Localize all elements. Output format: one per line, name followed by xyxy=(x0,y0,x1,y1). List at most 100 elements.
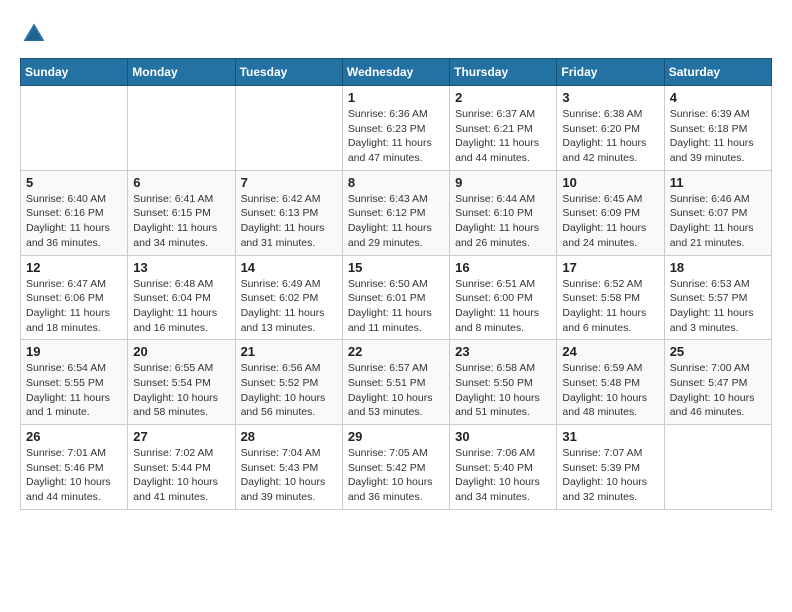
day-number: 24 xyxy=(562,344,658,359)
calendar-cell: 4 Sunrise: 6:39 AMSunset: 6:18 PMDaylight… xyxy=(664,86,771,171)
calendar-week-row: 12 Sunrise: 6:47 AMSunset: 6:06 PMDayligh… xyxy=(21,255,772,340)
day-info: Sunrise: 6:57 AMSunset: 5:51 PMDaylight:… xyxy=(348,361,444,420)
calendar-cell: 23 Sunrise: 6:58 AMSunset: 5:50 PMDayligh… xyxy=(450,340,557,425)
calendar-cell: 13 Sunrise: 6:48 AMSunset: 6:04 PMDayligh… xyxy=(128,255,235,340)
day-info: Sunrise: 6:47 AMSunset: 6:06 PMDaylight:… xyxy=(26,277,122,336)
calendar-cell: 31 Sunrise: 7:07 AMSunset: 5:39 PMDayligh… xyxy=(557,425,664,510)
calendar-cell: 1Sunrise: 6:36 AMSunset: 6:23 PMDaylight… xyxy=(342,86,449,171)
day-info: Sunrise: 6:56 AMSunset: 5:52 PMDaylight:… xyxy=(241,361,337,420)
logo xyxy=(20,20,52,48)
day-info: Sunrise: 7:07 AMSunset: 5:39 PMDaylight:… xyxy=(562,446,658,505)
calendar-cell: 17 Sunrise: 6:52 AMSunset: 5:58 PMDayligh… xyxy=(557,255,664,340)
day-number: 11 xyxy=(670,175,766,190)
weekday-header: Monday xyxy=(128,59,235,86)
day-info: Sunrise: 7:01 AMSunset: 5:46 PMDaylight:… xyxy=(26,446,122,505)
day-number: 14 xyxy=(241,260,337,275)
day-number: 20 xyxy=(133,344,229,359)
day-number: 4 xyxy=(670,90,766,105)
day-info: Sunrise: 6:51 AMSunset: 6:00 PMDaylight:… xyxy=(455,277,551,336)
calendar-week-row: 19 Sunrise: 6:54 AMSunset: 5:55 PMDayligh… xyxy=(21,340,772,425)
day-number: 26 xyxy=(26,429,122,444)
calendar-cell: 24 Sunrise: 6:59 AMSunset: 5:48 PMDayligh… xyxy=(557,340,664,425)
day-number: 5 xyxy=(26,175,122,190)
weekday-header: Saturday xyxy=(664,59,771,86)
calendar-cell: 2 Sunrise: 6:37 AMSunset: 6:21 PMDaylight… xyxy=(450,86,557,171)
calendar-cell: 29 Sunrise: 7:05 AMSunset: 5:42 PMDayligh… xyxy=(342,425,449,510)
day-number: 21 xyxy=(241,344,337,359)
calendar-cell: 21 Sunrise: 6:56 AMSunset: 5:52 PMDayligh… xyxy=(235,340,342,425)
calendar-cell: 30 Sunrise: 7:06 AMSunset: 5:40 PMDayligh… xyxy=(450,425,557,510)
calendar-cell: 7 Sunrise: 6:42 AMSunset: 6:13 PMDaylight… xyxy=(235,170,342,255)
day-number: 7 xyxy=(241,175,337,190)
day-number: 25 xyxy=(670,344,766,359)
calendar-week-row: 5 Sunrise: 6:40 AMSunset: 6:16 PMDaylight… xyxy=(21,170,772,255)
day-number: 30 xyxy=(455,429,551,444)
weekday-header: Tuesday xyxy=(235,59,342,86)
calendar-cell: 11 Sunrise: 6:46 AMSunset: 6:07 PMDayligh… xyxy=(664,170,771,255)
calendar-cell: 15 Sunrise: 6:50 AMSunset: 6:01 PMDayligh… xyxy=(342,255,449,340)
calendar-cell: 12 Sunrise: 6:47 AMSunset: 6:06 PMDayligh… xyxy=(21,255,128,340)
day-info: Sunrise: 6:44 AMSunset: 6:10 PMDaylight:… xyxy=(455,192,551,251)
day-number: 23 xyxy=(455,344,551,359)
day-info: Sunrise: 6:58 AMSunset: 5:50 PMDaylight:… xyxy=(455,361,551,420)
day-info: Sunrise: 6:37 AMSunset: 6:21 PMDaylight:… xyxy=(455,107,551,166)
day-info: Sunrise: 6:49 AMSunset: 6:02 PMDaylight:… xyxy=(241,277,337,336)
calendar-cell: 6 Sunrise: 6:41 AMSunset: 6:15 PMDaylight… xyxy=(128,170,235,255)
day-info: Sunrise: 6:46 AMSunset: 6:07 PMDaylight:… xyxy=(670,192,766,251)
day-info: Sunrise: 6:42 AMSunset: 6:13 PMDaylight:… xyxy=(241,192,337,251)
calendar-week-row: 26 Sunrise: 7:01 AMSunset: 5:46 PMDayligh… xyxy=(21,425,772,510)
day-info: Sunrise: 7:06 AMSunset: 5:40 PMDaylight:… xyxy=(455,446,551,505)
calendar-cell: 5 Sunrise: 6:40 AMSunset: 6:16 PMDaylight… xyxy=(21,170,128,255)
day-number: 27 xyxy=(133,429,229,444)
day-number: 13 xyxy=(133,260,229,275)
calendar-cell: 19 Sunrise: 6:54 AMSunset: 5:55 PMDayligh… xyxy=(21,340,128,425)
day-info: Sunrise: 6:54 AMSunset: 5:55 PMDaylight:… xyxy=(26,361,122,420)
day-info: Sunrise: 6:45 AMSunset: 6:09 PMDaylight:… xyxy=(562,192,658,251)
day-number: 12 xyxy=(26,260,122,275)
day-info: Sunrise: 7:05 AMSunset: 5:42 PMDaylight:… xyxy=(348,446,444,505)
day-info: Sunrise: 6:48 AMSunset: 6:04 PMDaylight:… xyxy=(133,277,229,336)
day-info: Sunrise: 6:43 AMSunset: 6:12 PMDaylight:… xyxy=(348,192,444,251)
day-info: Sunrise: 6:39 AMSunset: 6:18 PMDaylight:… xyxy=(670,107,766,166)
day-number: 9 xyxy=(455,175,551,190)
day-info: Sunrise: 6:50 AMSunset: 6:01 PMDaylight:… xyxy=(348,277,444,336)
day-number: 17 xyxy=(562,260,658,275)
day-number: 10 xyxy=(562,175,658,190)
calendar-cell xyxy=(128,86,235,171)
day-info: Sunrise: 6:52 AMSunset: 5:58 PMDaylight:… xyxy=(562,277,658,336)
calendar-cell xyxy=(21,86,128,171)
day-number: 6 xyxy=(133,175,229,190)
day-number: 28 xyxy=(241,429,337,444)
day-info: Sunrise: 6:36 AMSunset: 6:23 PMDaylight:… xyxy=(348,107,444,166)
calendar-table: SundayMondayTuesdayWednesdayThursdayFrid… xyxy=(20,58,772,510)
day-info: Sunrise: 6:38 AMSunset: 6:20 PMDaylight:… xyxy=(562,107,658,166)
day-info: Sunrise: 6:41 AMSunset: 6:15 PMDaylight:… xyxy=(133,192,229,251)
day-info: Sunrise: 7:02 AMSunset: 5:44 PMDaylight:… xyxy=(133,446,229,505)
calendar-cell: 20 Sunrise: 6:55 AMSunset: 5:54 PMDayligh… xyxy=(128,340,235,425)
day-number: 31 xyxy=(562,429,658,444)
day-info: Sunrise: 6:55 AMSunset: 5:54 PMDaylight:… xyxy=(133,361,229,420)
calendar-cell: 27 Sunrise: 7:02 AMSunset: 5:44 PMDayligh… xyxy=(128,425,235,510)
day-number: 3 xyxy=(562,90,658,105)
calendar-cell xyxy=(664,425,771,510)
day-info: Sunrise: 7:04 AMSunset: 5:43 PMDaylight:… xyxy=(241,446,337,505)
logo-icon xyxy=(20,20,48,48)
calendar-cell xyxy=(235,86,342,171)
calendar-cell: 28 Sunrise: 7:04 AMSunset: 5:43 PMDayligh… xyxy=(235,425,342,510)
day-number: 18 xyxy=(670,260,766,275)
day-number: 19 xyxy=(26,344,122,359)
day-info: Sunrise: 6:59 AMSunset: 5:48 PMDaylight:… xyxy=(562,361,658,420)
calendar-cell: 25 Sunrise: 7:00 AMSunset: 5:47 PMDayligh… xyxy=(664,340,771,425)
day-info: Sunrise: 7:00 AMSunset: 5:47 PMDaylight:… xyxy=(670,361,766,420)
day-info: Sunrise: 6:40 AMSunset: 6:16 PMDaylight:… xyxy=(26,192,122,251)
day-number: 29 xyxy=(348,429,444,444)
calendar-cell: 10 Sunrise: 6:45 AMSunset: 6:09 PMDayligh… xyxy=(557,170,664,255)
calendar-cell: 3 Sunrise: 6:38 AMSunset: 6:20 PMDaylight… xyxy=(557,86,664,171)
day-number: 8 xyxy=(348,175,444,190)
calendar-cell: 16Sunrise: 6:51 AMSunset: 6:00 PMDayligh… xyxy=(450,255,557,340)
calendar-cell: 14 Sunrise: 6:49 AMSunset: 6:02 PMDayligh… xyxy=(235,255,342,340)
day-number: 22 xyxy=(348,344,444,359)
calendar-header-row: SundayMondayTuesdayWednesdayThursdayFrid… xyxy=(21,59,772,86)
day-number: 2 xyxy=(455,90,551,105)
day-number: 15 xyxy=(348,260,444,275)
